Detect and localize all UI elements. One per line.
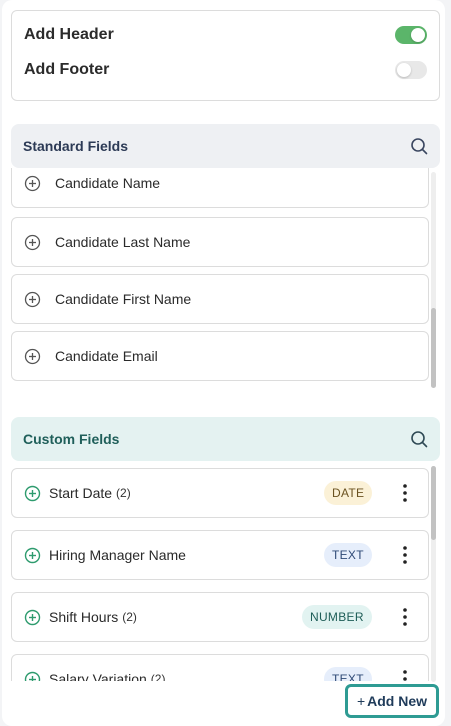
field-label: Hiring Manager Name [49,547,186,563]
add-footer-toggle[interactable] [395,61,427,79]
plus-icon: + [356,693,366,709]
standard-field-item[interactable]: Candidate Email [11,331,429,381]
add-circle-icon[interactable] [24,348,41,365]
fields-panel: Add Header Add Footer Standard Fields Ca… [2,0,445,726]
custom-fields-header: Custom Fields [11,417,440,461]
type-badge: TEXT [324,667,372,681]
custom-scroll-thumb[interactable] [431,466,436,540]
add-header-row: Add Header [24,23,427,47]
type-badge: TEXT [324,543,372,567]
add-circle-icon[interactable] [24,291,41,308]
standard-fields-list: Candidate Name Candidate Last Name Candi… [11,168,430,382]
custom-fields-title: Custom Fields [23,431,120,447]
more-options-icon[interactable] [398,607,412,627]
standard-fields-title: Standard Fields [23,138,129,154]
more-options-icon[interactable] [398,545,412,565]
custom-fields-list: Start Date (2) DATE Hiring Manager Name … [11,461,430,681]
add-circle-icon[interactable] [24,175,41,192]
custom-field-item[interactable]: Start Date (2) DATE [11,468,429,518]
field-label: Candidate Email [55,348,158,364]
add-footer-label: Add Footer [24,61,110,78]
field-label: Candidate Name [55,175,161,191]
add-footer-row: Add Footer [24,58,427,82]
add-circle-icon[interactable] [24,609,41,626]
standard-fields-header: Standard Fields [11,124,440,168]
add-circle-icon[interactable] [24,547,41,564]
more-options-icon[interactable] [398,483,412,503]
custom-field-item[interactable]: Shift Hours (2) NUMBER [11,592,429,642]
add-circle-icon[interactable] [24,671,41,682]
add-new-label: Add New [367,693,428,709]
standard-field-item[interactable]: Candidate Name [11,168,429,208]
field-label: Candidate Last Name [55,234,191,250]
field-count: (2) [150,672,166,681]
field-count: (2) [122,610,137,624]
field-label: Shift Hours [49,609,119,625]
header-footer-card: Add Header Add Footer [11,10,440,101]
standard-field-item[interactable]: Candidate First Name [11,274,429,324]
add-circle-icon[interactable] [24,485,41,502]
field-label: Start Date [49,485,113,501]
custom-field-item[interactable]: Hiring Manager Name TEXT [11,530,429,580]
search-icon[interactable] [410,137,428,155]
more-options-icon[interactable] [398,669,412,681]
field-label: Candidate First Name [55,291,192,307]
standard-field-item[interactable]: Candidate Last Name [11,217,429,267]
standard-scroll-thumb[interactable] [431,308,436,388]
add-new-button[interactable]: + Add New [345,684,439,718]
add-circle-icon[interactable] [24,234,41,251]
type-badge: DATE [324,481,373,505]
field-count: (2) [116,486,131,500]
add-header-toggle[interactable] [395,26,427,44]
field-label: Salary Variation [49,671,147,681]
add-header-label: Add Header [24,26,114,43]
search-icon[interactable] [410,430,428,448]
custom-field-item[interactable]: Salary Variation (2) TEXT [11,654,429,681]
type-badge: NUMBER [302,605,372,629]
